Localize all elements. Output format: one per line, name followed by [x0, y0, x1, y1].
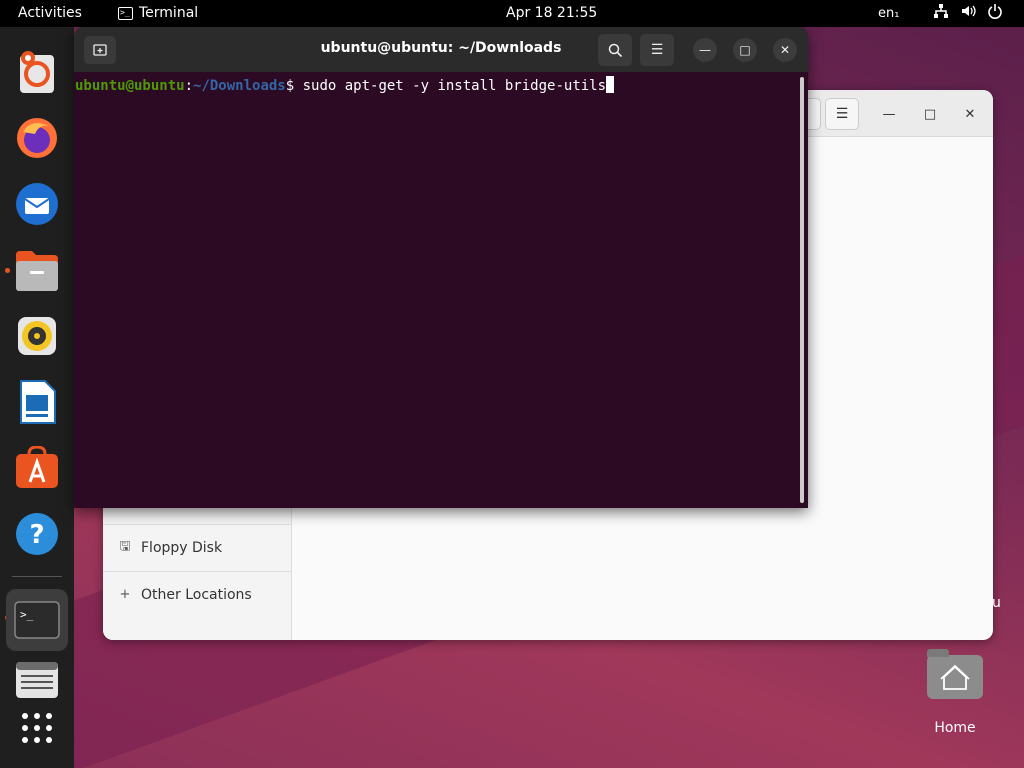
- dock-files[interactable]: [12, 245, 62, 295]
- close-button[interactable]: ✕: [773, 38, 797, 62]
- view-toggle-button[interactable]: [807, 98, 821, 130]
- floppy-icon: 🖫: [119, 538, 131, 554]
- hamburger-icon: ☰: [835, 106, 849, 122]
- files-close-button[interactable]: ✕: [958, 102, 982, 126]
- dock-thunderbird[interactable]: [12, 179, 62, 229]
- command-text: sudo apt-get -y install bridge-utils: [302, 78, 607, 94]
- dock-separator: [12, 576, 62, 577]
- clock[interactable]: Apr 18 21:55: [506, 5, 597, 21]
- network-icon: [934, 4, 948, 18]
- dock-app-center[interactable]: [12, 443, 62, 493]
- prompt-symbol: $: [285, 78, 303, 94]
- files-minimize-button[interactable]: —: [877, 102, 901, 126]
- dock-firefox[interactable]: [12, 113, 62, 163]
- volume-icon: [962, 5, 976, 17]
- desktop-home-label: Home: [934, 720, 976, 736]
- terminal-icon: >_: [14, 601, 60, 639]
- dock: ? >_: [0, 27, 74, 768]
- rhythmbox-icon: [18, 317, 56, 355]
- lifebuoy-icon: [20, 51, 54, 93]
- writer-icon: [20, 380, 56, 424]
- power-icon: [988, 4, 1002, 19]
- files-menu-button[interactable]: ☰: [825, 98, 859, 130]
- dock-libreoffice-writer[interactable]: [12, 377, 62, 427]
- input-language[interactable]: en₁: [878, 6, 899, 21]
- top-bar: Activities >_ Terminal Apr 18 21:55 en₁: [0, 0, 1024, 27]
- hamburger-icon: ☰: [650, 42, 664, 58]
- activities-button[interactable]: Activities: [18, 5, 82, 21]
- text-cursor: [606, 76, 615, 93]
- app-center-icon: [16, 446, 58, 488]
- terminal-scrollbar[interactable]: [800, 77, 804, 503]
- maximize-icon: □: [923, 106, 937, 122]
- svg-text:?: ?: [29, 520, 44, 550]
- dock-show-apps[interactable]: [12, 703, 62, 753]
- files-maximize-button[interactable]: □: [918, 102, 942, 126]
- terminal-content[interactable]: ubuntu@ubuntu:~/Downloads$ sudo apt-get …: [74, 72, 808, 508]
- minimize-icon: —: [699, 43, 711, 57]
- app-grid-icon: [22, 713, 52, 743]
- system-menu[interactable]: [933, 3, 1003, 19]
- dock-rhythmbox[interactable]: [12, 311, 62, 361]
- dock-help-lifebuoy[interactable]: [12, 47, 62, 97]
- files-icon: [16, 251, 58, 291]
- close-icon: ✕: [779, 43, 791, 57]
- dock-help[interactable]: ?: [12, 509, 62, 559]
- app-menu[interactable]: >_ Terminal: [118, 5, 198, 21]
- minimize-button[interactable]: —: [693, 38, 717, 62]
- terminal-window[interactable]: ubuntu@ubuntu: ~/Downloads ☰ — □ ✕ ubunt…: [74, 27, 808, 508]
- app-menu-label: Terminal: [139, 5, 199, 21]
- maximize-icon: □: [739, 43, 751, 57]
- sidebar-item-label: Other Locations: [141, 586, 252, 603]
- firefox-icon: [17, 118, 57, 158]
- help-icon: ?: [16, 513, 58, 555]
- running-indicator: [5, 268, 10, 273]
- terminal-menu-button[interactable]: ☰: [640, 34, 674, 66]
- dock-text-editor[interactable]: [12, 655, 62, 705]
- plus-icon: +: [119, 587, 131, 602]
- desktop-home-icon[interactable]: Home: [916, 649, 994, 736]
- terminal-icon: >_: [118, 6, 133, 20]
- prompt-path: ~/Downloads: [193, 78, 286, 94]
- home-folder-icon: [927, 649, 983, 699]
- close-icon: ✕: [964, 106, 976, 122]
- sidebar-item-label: Floppy Disk: [141, 539, 223, 556]
- prompt-separator: :: [184, 78, 194, 94]
- sidebar-item-floppy-disk[interactable]: 🖫 Floppy Disk: [103, 524, 292, 570]
- search-icon: [608, 43, 622, 57]
- minimize-icon: —: [882, 106, 896, 122]
- thunderbird-icon: [16, 183, 58, 225]
- svg-text:>_: >_: [20, 608, 34, 621]
- text-editor-icon: [16, 662, 58, 698]
- prompt-user: ubuntu@ubuntu: [75, 78, 185, 94]
- terminal-headerbar: ubuntu@ubuntu: ~/Downloads ☰ — □ ✕: [74, 27, 808, 72]
- desktop-icon-label-partial: u: [992, 595, 1001, 611]
- sidebar-item-other-locations[interactable]: + Other Locations: [103, 571, 292, 617]
- search-button[interactable]: [598, 34, 632, 66]
- dock-terminal[interactable]: >_: [6, 589, 68, 651]
- maximize-button[interactable]: □: [733, 38, 757, 62]
